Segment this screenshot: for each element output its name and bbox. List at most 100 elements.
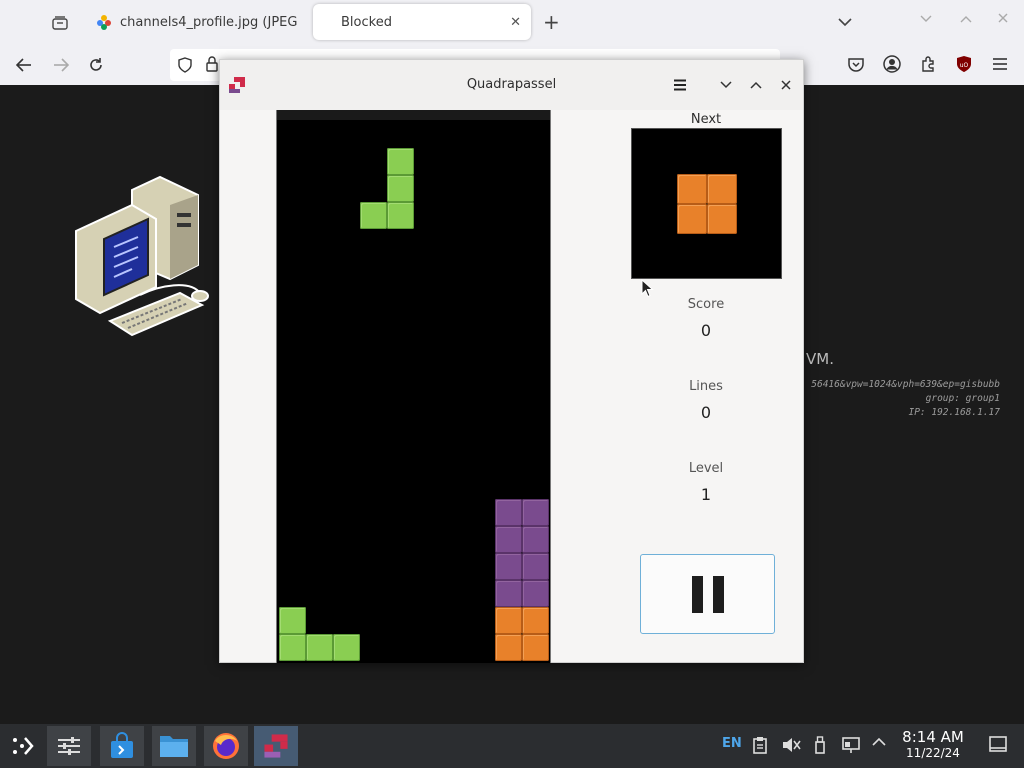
close-icon bbox=[998, 13, 1008, 23]
main-menu-button[interactable] bbox=[668, 74, 692, 96]
pause-button[interactable] bbox=[640, 554, 775, 634]
settled-block bbox=[306, 634, 333, 661]
svg-text:uO: uO bbox=[960, 62, 969, 69]
new-tab-button[interactable]: + bbox=[543, 11, 560, 33]
settled-block bbox=[495, 634, 522, 661]
close-button[interactable] bbox=[774, 74, 798, 96]
keyboard-layout-indicator[interactable]: EN bbox=[722, 736, 742, 751]
reload-button[interactable] bbox=[85, 54, 107, 76]
level-value: 1 bbox=[700, 485, 712, 504]
next-piece-block bbox=[677, 204, 707, 234]
settled-block bbox=[522, 553, 549, 580]
application-launcher-button[interactable] bbox=[0, 726, 44, 766]
close-tab-icon[interactable]: ✕ bbox=[510, 15, 521, 30]
volume-muted-icon bbox=[783, 738, 801, 752]
firefox-icon bbox=[213, 733, 239, 759]
arrow-left-icon bbox=[16, 58, 31, 72]
software-store-taskbar-button[interactable] bbox=[100, 726, 144, 766]
file-manager-taskbar-button[interactable] bbox=[152, 726, 196, 766]
next-piece-preview bbox=[631, 128, 782, 279]
minimize-browser-button[interactable] bbox=[920, 12, 932, 26]
ublock-button[interactable]: uO bbox=[954, 54, 974, 74]
show-desktop-button[interactable] bbox=[989, 736, 1007, 756]
extensions-button[interactable] bbox=[918, 54, 938, 74]
settled-block bbox=[279, 607, 306, 634]
tab-list-button[interactable] bbox=[46, 10, 74, 36]
quadrapassel-icon bbox=[264, 734, 288, 758]
account-icon bbox=[883, 55, 901, 73]
image-icon bbox=[96, 14, 112, 30]
info-ip-line: IP: 192.168.1.17 bbox=[908, 407, 1000, 418]
close-browser-button[interactable] bbox=[998, 12, 1008, 26]
tab-title: Blocked bbox=[341, 14, 392, 30]
forward-button[interactable] bbox=[50, 54, 72, 76]
chevron-down-icon bbox=[720, 81, 732, 89]
application-launcher-icon bbox=[13, 737, 34, 755]
quadrapassel-taskbar-button[interactable] bbox=[254, 726, 298, 766]
reload-icon bbox=[90, 58, 102, 71]
hamburger-menu-icon bbox=[993, 58, 1007, 70]
settled-block bbox=[522, 499, 549, 526]
arrow-right-icon bbox=[54, 58, 69, 72]
show-hidden-icons-button[interactable] bbox=[872, 736, 886, 751]
back-button[interactable] bbox=[13, 54, 35, 76]
pocket-button[interactable] bbox=[846, 54, 866, 74]
settled-block bbox=[495, 580, 522, 607]
next-piece-block bbox=[677, 174, 707, 204]
software-store-icon bbox=[111, 732, 133, 758]
settled-block bbox=[495, 607, 522, 634]
show-desktop-icon bbox=[989, 736, 1007, 752]
settled-block bbox=[333, 634, 360, 661]
settled-block bbox=[495, 499, 522, 526]
tab-image[interactable]: channels4_profile.jpg (JPEG bbox=[86, 4, 310, 40]
tab-strip: channels4_profile.jpg (JPEG Blocked ✕ + bbox=[0, 0, 1024, 44]
puzzle-icon bbox=[922, 56, 934, 72]
clock-date: 11/22/24 bbox=[906, 746, 960, 760]
settled-block bbox=[495, 553, 522, 580]
volume-button[interactable] bbox=[781, 736, 801, 758]
clipboard-button[interactable] bbox=[752, 736, 768, 758]
removable-devices-button[interactable] bbox=[814, 736, 826, 758]
lines-value: 0 bbox=[700, 403, 712, 422]
lock-icon[interactable] bbox=[206, 56, 218, 76]
tab-blocked[interactable]: Blocked ✕ bbox=[313, 4, 531, 40]
tab-title: channels4_profile.jpg (JPEG bbox=[120, 14, 298, 30]
falling-piece-block bbox=[360, 202, 387, 229]
hamburger-menu-icon bbox=[674, 79, 686, 91]
pocket-icon bbox=[848, 57, 864, 72]
mouse-cursor-icon bbox=[641, 279, 654, 298]
settled-block bbox=[522, 634, 549, 661]
app-menu-button[interactable] bbox=[990, 54, 1010, 74]
chevron-up-icon bbox=[960, 16, 972, 23]
maximize-button[interactable] bbox=[744, 74, 768, 96]
level-label: Level bbox=[688, 461, 724, 476]
usb-drive-icon bbox=[815, 736, 825, 754]
falling-piece-block bbox=[387, 175, 414, 202]
computer-illustration-icon bbox=[75, 175, 209, 337]
close-icon bbox=[781, 80, 791, 90]
ublock-origin-icon: uO bbox=[957, 56, 971, 72]
info-group-value: group1 bbox=[965, 393, 1000, 404]
firefox-taskbar-button[interactable] bbox=[204, 726, 248, 766]
account-button[interactable] bbox=[882, 54, 902, 74]
system-settings-taskbar-button[interactable] bbox=[47, 726, 91, 766]
maximize-browser-button[interactable] bbox=[960, 12, 972, 26]
network-button[interactable] bbox=[842, 736, 860, 758]
info-group-line: group: group1 bbox=[926, 393, 1000, 404]
window-titlebar[interactable]: Quadrapassel bbox=[220, 60, 803, 110]
clipboard-icon bbox=[753, 737, 767, 754]
quadrapassel-window: Quadrapassel Next Score 0 Lines 0 Level … bbox=[219, 59, 804, 663]
settled-block bbox=[522, 526, 549, 553]
info-ip-value: 192.168.1.17 bbox=[931, 407, 1000, 418]
settled-block bbox=[522, 580, 549, 607]
minimize-button[interactable] bbox=[714, 74, 738, 96]
shield-icon[interactable] bbox=[178, 57, 192, 77]
digital-clock[interactable]: 8:14 AM 11/22/24 bbox=[896, 729, 970, 761]
info-query-line: 56416&vpw=1024&vph=639&ep=gisbubb bbox=[811, 379, 1000, 390]
score-label: Score bbox=[687, 297, 725, 312]
list-all-tabs-button[interactable] bbox=[838, 12, 852, 31]
page-text-vm: VM. bbox=[806, 350, 834, 368]
game-board[interactable] bbox=[276, 110, 551, 663]
system-settings-icon bbox=[58, 737, 80, 755]
taskbar: EN 8:14 AM 11/22/24 bbox=[0, 724, 1024, 768]
